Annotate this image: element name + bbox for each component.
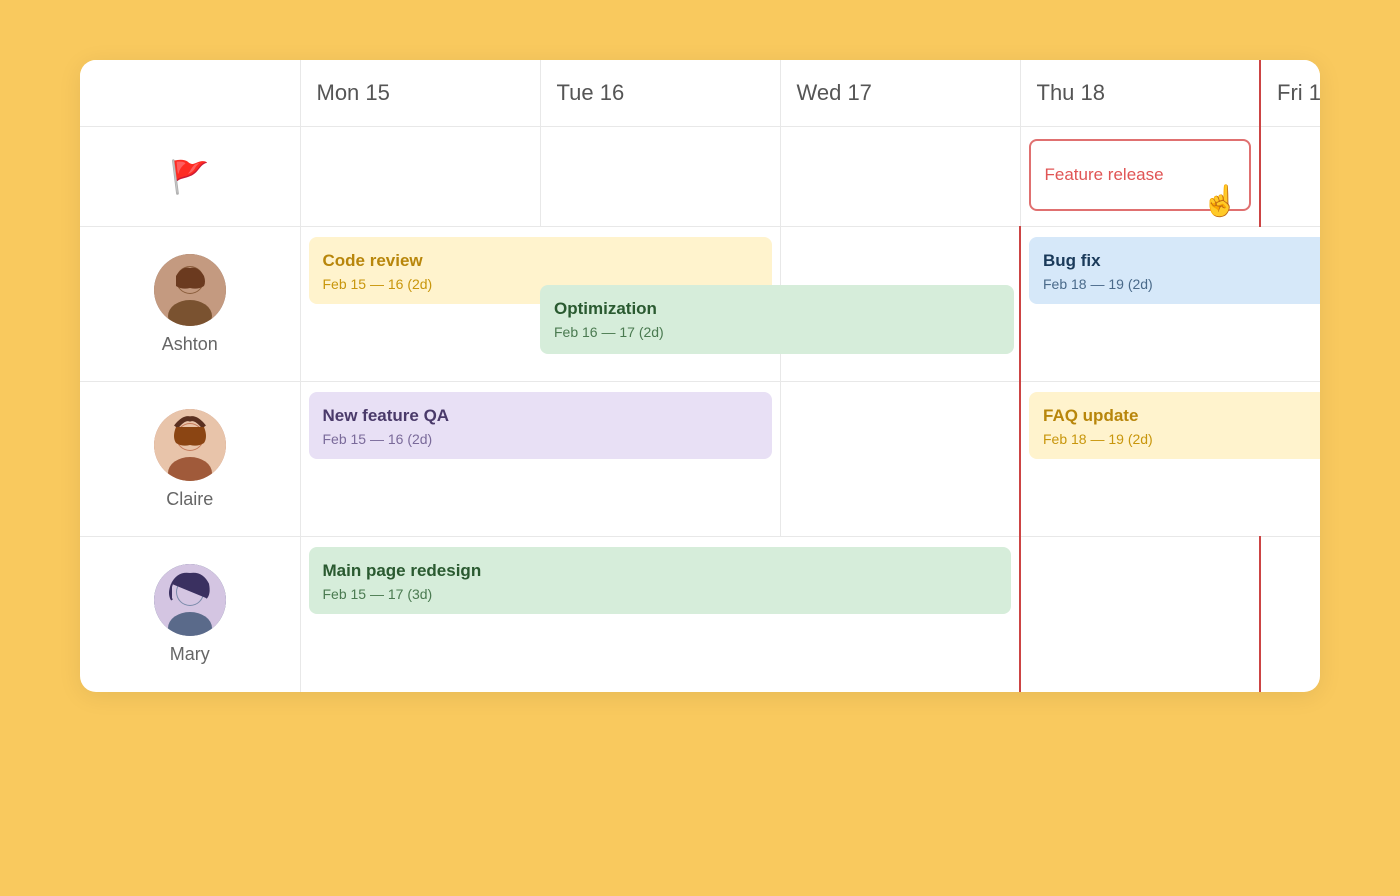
header-fri: Fri 19 [1260, 60, 1320, 127]
mary-fri-cell [1260, 537, 1320, 692]
claire-qa-cell: New feature QA Feb 15 — 16 (2d) [300, 382, 780, 537]
faq-update-card[interactable]: FAQ update Feb 18 — 19 (2d) [1029, 392, 1320, 459]
feature-release-card[interactable]: Feature release ☝️ [1029, 139, 1252, 211]
ashton-avatar-svg [154, 254, 226, 326]
ashton-person-label: Ashton [88, 237, 292, 371]
claire-person-label: Claire [88, 392, 292, 526]
ashton-label: Ashton [80, 227, 300, 382]
main-page-redesign-card[interactable]: Main page redesign Feb 15 — 17 (3d) [309, 547, 1012, 614]
bug-fix-dates: Feb 18 — 19 (2d) [1043, 276, 1320, 292]
flag-icon: 🚩 [170, 159, 210, 195]
flag-thu-cell[interactable]: Feature release ☝️ [1020, 127, 1260, 227]
faq-update-dates: Feb 18 — 19 (2d) [1043, 431, 1320, 447]
mary-avatar-svg [154, 564, 226, 636]
calendar-container: Mon 15 Tue 16 Wed 17 Thu 18 Fri 19 🚩 Fea… [80, 60, 1320, 692]
claire-faq-cell: FAQ update Feb 18 — 19 (2d) [1020, 382, 1320, 537]
mary-name: Mary [170, 644, 210, 665]
flag-fri-cell [1260, 127, 1320, 227]
header-empty [80, 60, 300, 127]
header-wed: Wed 17 [780, 60, 1020, 127]
row-claire: Claire New feature QA Feb 15 — 16 (2d) F… [80, 382, 1320, 537]
flag-label-cell: 🚩 [80, 127, 300, 227]
claire-label: Claire [80, 382, 300, 537]
main-page-redesign-dates: Feb 15 — 17 (3d) [323, 586, 998, 602]
flag-tue-cell [540, 127, 780, 227]
optimization-dates: Feb 16 — 17 (2d) [554, 324, 1000, 340]
new-feature-qa-card[interactable]: New feature QA Feb 15 — 16 (2d) [309, 392, 772, 459]
header-row: Mon 15 Tue 16 Wed 17 Thu 18 Fri 19 [80, 60, 1320, 127]
new-feature-qa-dates: Feb 15 — 16 (2d) [323, 431, 758, 447]
main-page-redesign-title: Main page redesign [323, 561, 998, 581]
claire-avatar [154, 409, 226, 481]
flag-mon-cell [300, 127, 540, 227]
faq-update-title: FAQ update [1043, 406, 1320, 426]
new-feature-qa-title: New feature QA [323, 406, 758, 426]
mary-person-label: Mary [88, 547, 292, 682]
mary-avatar [154, 564, 226, 636]
claire-name: Claire [166, 489, 213, 510]
mary-label: Mary [80, 537, 300, 692]
header-mon: Mon 15 [300, 60, 540, 127]
header-tue: Tue 16 [540, 60, 780, 127]
mary-redesign-cell: Main page redesign Feb 15 — 17 (3d) [300, 537, 1020, 692]
mary-thu-cell [1020, 537, 1260, 692]
ashton-name: Ashton [162, 334, 218, 355]
claire-avatar-svg [154, 409, 226, 481]
claire-wed-cell [780, 382, 1020, 537]
feature-release-title: Feature release [1045, 165, 1236, 185]
header-thu: Thu 18 [1020, 60, 1260, 127]
optimization-title: Optimization [554, 299, 1000, 319]
row-mary: Mary Main page redesign Feb 15 — 17 (3d) [80, 537, 1320, 692]
ashton-bug-fix-cell: Bug fix Feb 18 — 19 (2d) [1020, 227, 1320, 382]
code-review-title: Code review [323, 251, 758, 271]
bug-fix-card[interactable]: Bug fix Feb 18 — 19 (2d) [1029, 237, 1320, 304]
flag-wed-cell [780, 127, 1020, 227]
optimization-card[interactable]: Optimization Feb 16 — 17 (2d) [540, 285, 1014, 354]
bug-fix-title: Bug fix [1043, 251, 1320, 271]
flag-row: 🚩 Feature release ☝️ [80, 127, 1320, 227]
cursor-icon: ☝️ [1202, 184, 1239, 219]
ashton-avatar [154, 254, 226, 326]
